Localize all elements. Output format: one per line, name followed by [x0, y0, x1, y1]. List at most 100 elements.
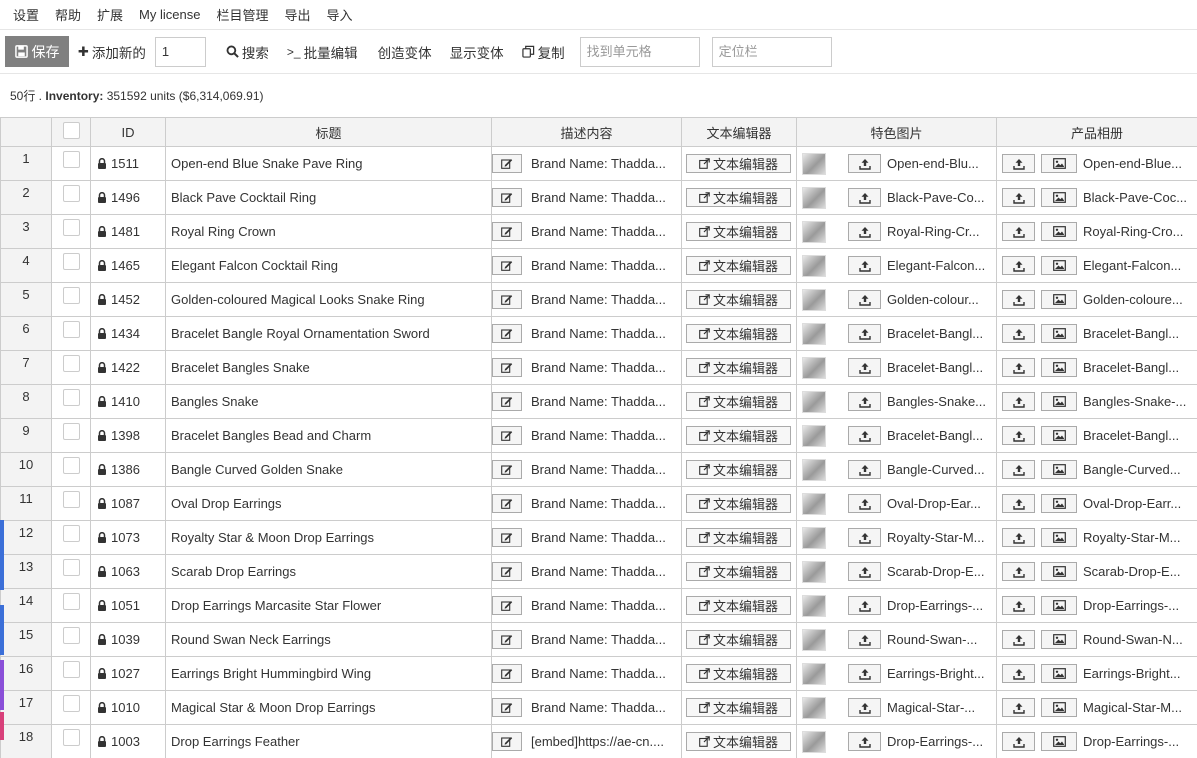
description-cell[interactable]: Brand Name: Thadda...	[491, 146, 682, 181]
row-checkbox[interactable]	[62, 185, 80, 202]
row-checkbox[interactable]	[62, 423, 80, 440]
text-editor-button[interactable]: 文本编辑器	[686, 664, 791, 683]
featured-image-cell[interactable]: Round-Swan-...	[796, 622, 997, 657]
id-cell[interactable]: 1087	[90, 486, 166, 521]
edit-description-button[interactable]	[492, 494, 522, 513]
upload-featured-image-button[interactable]	[848, 630, 881, 649]
upload-featured-image-button[interactable]	[848, 324, 881, 343]
id-cell[interactable]: 1027	[90, 656, 166, 691]
text-editor-button[interactable]: 文本编辑器	[686, 358, 791, 377]
id-cell[interactable]: 1398	[90, 418, 166, 453]
view-gallery-button[interactable]	[1041, 392, 1077, 411]
gallery-cell[interactable]: Scarab-Drop-E...	[996, 554, 1197, 589]
upload-featured-image-button[interactable]	[848, 528, 881, 547]
product-thumbnail[interactable]	[802, 594, 826, 617]
description-cell[interactable]: Brand Name: Thadda...	[491, 282, 682, 317]
menu-column-manager[interactable]: 栏目管理	[216, 5, 268, 24]
column-header-id[interactable]: ID	[90, 117, 166, 147]
description-cell[interactable]: Brand Name: Thadda...	[491, 656, 682, 691]
view-gallery-button[interactable]	[1041, 426, 1077, 445]
featured-image-cell[interactable]: Drop-Earrings-...	[796, 588, 997, 623]
featured-image-cell[interactable]: Scarab-Drop-E...	[796, 554, 997, 589]
product-thumbnail[interactable]	[802, 730, 826, 753]
menu-import[interactable]: 导入	[327, 5, 353, 24]
product-thumbnail[interactable]	[802, 560, 826, 583]
find-cell-input[interactable]	[579, 36, 700, 67]
row-checkbox[interactable]	[62, 253, 80, 270]
title-cell[interactable]: Round Swan Neck Earrings	[165, 622, 492, 657]
gallery-cell[interactable]: Bangles-Snake-...	[996, 384, 1197, 419]
featured-image-cell[interactable]: Bracelet-Bangl...	[796, 316, 997, 351]
upload-featured-image-button[interactable]	[848, 664, 881, 683]
edit-description-button[interactable]	[492, 664, 522, 683]
row-checkbox[interactable]	[62, 219, 80, 236]
upload-gallery-button[interactable]	[1002, 222, 1035, 241]
upload-featured-image-button[interactable]	[848, 426, 881, 445]
id-cell[interactable]: 1481	[90, 214, 166, 249]
table-row[interactable]: 9 1398 Bracelet Bangles Bead and Charm Bran…	[0, 418, 1197, 453]
edit-description-button[interactable]	[492, 324, 522, 343]
upload-featured-image-button[interactable]	[848, 494, 881, 513]
id-cell[interactable]: 1063	[90, 554, 166, 589]
title-cell[interactable]: Drop Earrings Feather	[165, 724, 492, 758]
view-gallery-button[interactable]	[1041, 188, 1077, 207]
add-count-input[interactable]	[154, 36, 206, 67]
description-cell[interactable]: Brand Name: Thadda...	[491, 350, 682, 385]
row-checkbox[interactable]	[62, 389, 80, 406]
description-cell[interactable]: Brand Name: Thadda...	[491, 180, 682, 215]
id-cell[interactable]: 1003	[90, 724, 166, 758]
view-gallery-button[interactable]	[1041, 154, 1077, 173]
id-cell[interactable]: 1051	[90, 588, 166, 623]
product-thumbnail[interactable]	[802, 288, 826, 311]
show-variations-button[interactable]: 显示变体	[450, 42, 504, 62]
id-cell[interactable]: 1073	[90, 520, 166, 555]
product-thumbnail[interactable]	[802, 254, 826, 277]
row-checkbox[interactable]	[62, 321, 80, 338]
text-editor-button[interactable]: 文本编辑器	[686, 494, 791, 513]
menu-help[interactable]: 帮助	[55, 5, 81, 24]
title-cell[interactable]: Open-end Blue Snake Pave Ring	[165, 146, 492, 181]
text-editor-button[interactable]: 文本编辑器	[686, 460, 791, 479]
row-checkbox[interactable]	[62, 661, 80, 678]
text-editor-button[interactable]: 文本编辑器	[686, 290, 791, 309]
select-all-checkbox[interactable]	[62, 122, 80, 139]
text-editor-button[interactable]: 文本编辑器	[686, 154, 791, 173]
edit-description-button[interactable]	[492, 154, 522, 173]
description-cell[interactable]: Brand Name: Thadda...	[491, 622, 682, 657]
title-cell[interactable]: Bangles Snake	[165, 384, 492, 419]
description-cell[interactable]: Brand Name: Thadda...	[491, 316, 682, 351]
product-thumbnail[interactable]	[802, 662, 826, 685]
featured-image-cell[interactable]: Open-end-Blu...	[796, 146, 997, 181]
product-thumbnail[interactable]	[802, 356, 826, 379]
id-cell[interactable]: 1386	[90, 452, 166, 487]
gallery-cell[interactable]: Bracelet-Bangl...	[996, 316, 1197, 351]
row-checkbox[interactable]	[62, 695, 80, 712]
gallery-cell[interactable]: Round-Swan-N...	[996, 622, 1197, 657]
column-header-title[interactable]: 标题	[165, 117, 492, 147]
product-thumbnail[interactable]	[802, 390, 826, 413]
column-header-description[interactable]: 描述内容	[491, 117, 682, 147]
product-thumbnail[interactable]	[802, 152, 826, 175]
gallery-cell[interactable]: Magical-Star-M...	[996, 690, 1197, 725]
view-gallery-button[interactable]	[1041, 664, 1077, 683]
upload-gallery-button[interactable]	[1002, 596, 1035, 615]
text-editor-button[interactable]: 文本编辑器	[686, 256, 791, 275]
create-variation-button[interactable]: 创造变体	[378, 42, 432, 62]
edit-description-button[interactable]	[492, 562, 522, 581]
featured-image-cell[interactable]: Drop-Earrings-...	[796, 724, 997, 758]
column-header-featured-image[interactable]: 特色图片	[796, 117, 997, 147]
featured-image-cell[interactable]: Magical-Star-...	[796, 690, 997, 725]
column-header-product-gallery[interactable]: 产品相册	[996, 117, 1197, 147]
upload-gallery-button[interactable]	[1002, 154, 1035, 173]
edit-description-button[interactable]	[492, 188, 522, 207]
table-row[interactable]: 15 1039 Round Swan Neck Earrings Brand Name…	[0, 622, 1197, 657]
upload-featured-image-button[interactable]	[848, 562, 881, 581]
upload-gallery-button[interactable]	[1002, 460, 1035, 479]
text-editor-button[interactable]: 文本编辑器	[686, 392, 791, 411]
product-thumbnail[interactable]	[802, 458, 826, 481]
view-gallery-button[interactable]	[1041, 596, 1077, 615]
gallery-cell[interactable]: Drop-Earrings-...	[996, 724, 1197, 758]
text-editor-button[interactable]: 文本编辑器	[686, 222, 791, 241]
table-row[interactable]: 11 1087 Oval Drop Earrings Brand Name: Thad…	[0, 486, 1197, 521]
table-row[interactable]: 14 1051 Drop Earrings Marcasite Star Flowe…	[0, 588, 1197, 623]
